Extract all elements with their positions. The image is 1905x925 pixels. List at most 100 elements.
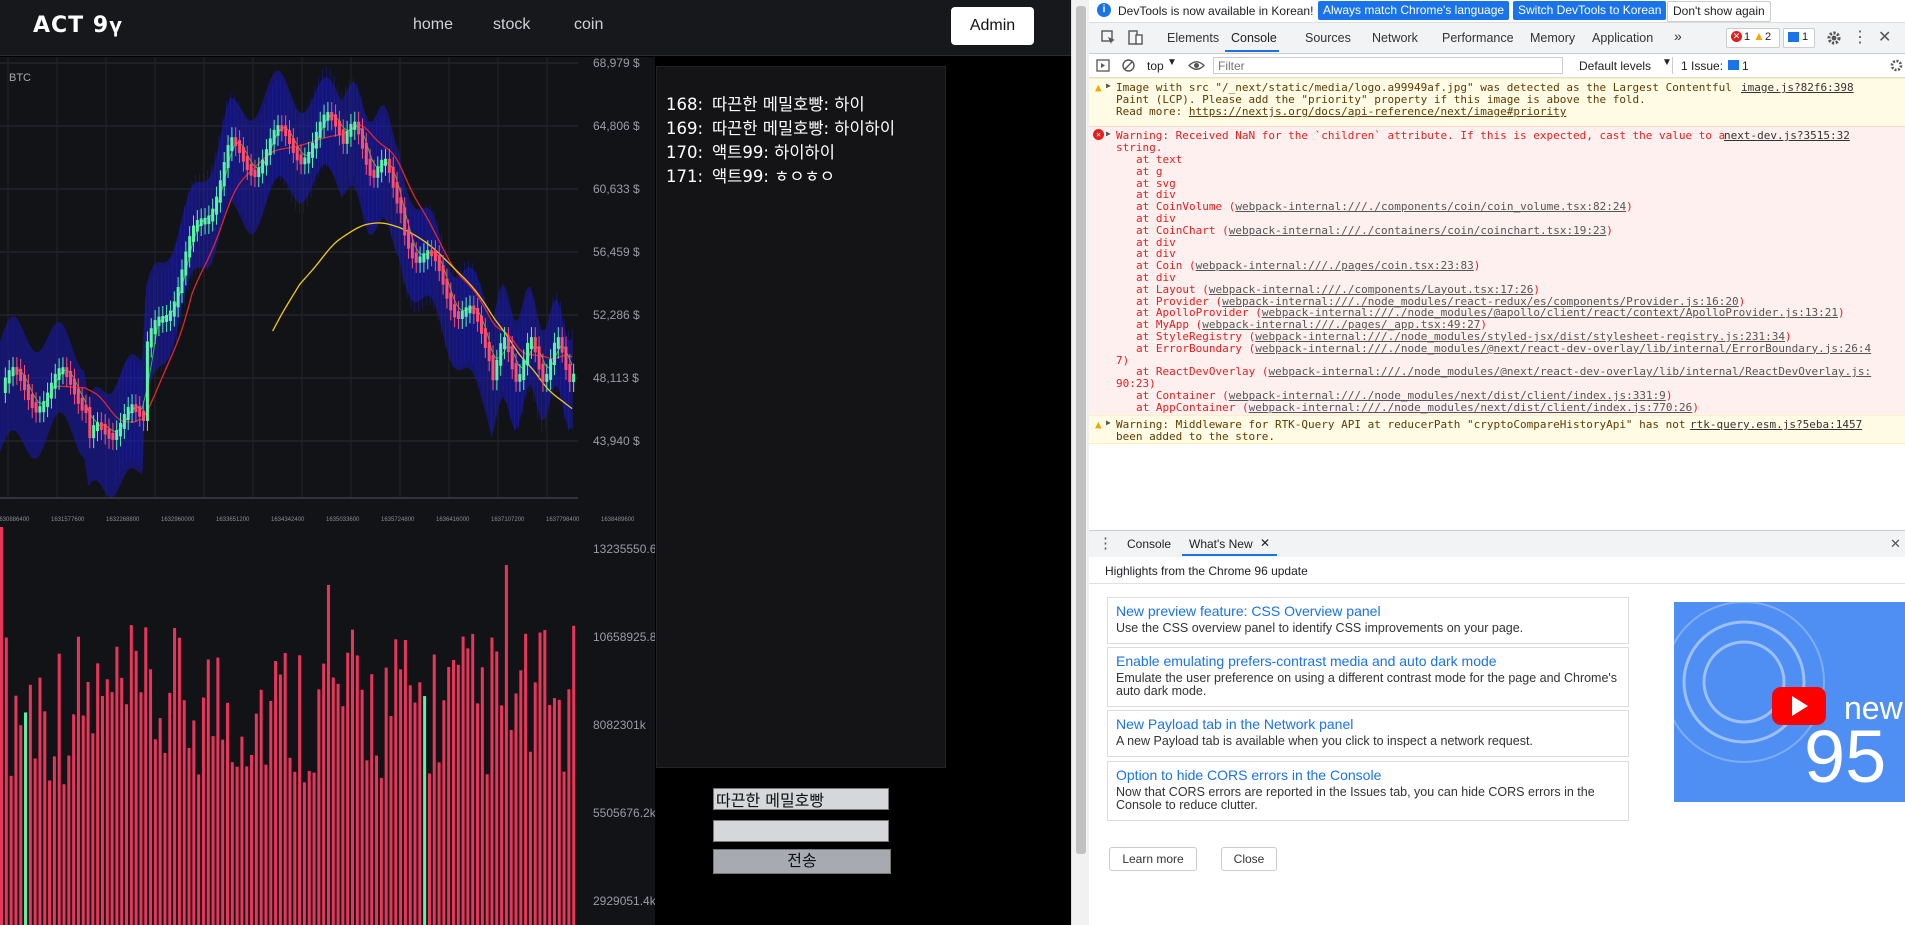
match-language-button[interactable]: Always match Chrome's language — [1318, 1, 1510, 20]
chrome-96-promo-video[interactable]: new 95 — [1674, 602, 1905, 802]
candle — [491, 355, 495, 381]
stack-frame: at ReactDevOverlay (webpack-internal:///… — [1136, 365, 1872, 379]
nickname-input[interactable] — [713, 788, 889, 810]
error-warning-counter[interactable]: ✕ 1 ▲ 2 — [1726, 28, 1780, 48]
tab-application[interactable]: Application — [1592, 31, 1653, 45]
candle — [495, 359, 499, 381]
page-scrollbar-thumb[interactable] — [1076, 6, 1086, 854]
eye-icon[interactable] — [1188, 58, 1205, 73]
close-whats-new-button[interactable]: Close — [1221, 847, 1277, 871]
chat-message: 170: 액트99: 하이하이 — [666, 143, 835, 162]
time-axis-label: 1634342400 — [271, 517, 305, 523]
feature-card[interactable]: New Payload tab in the Network panel A n… — [1107, 710, 1629, 757]
active-drawer-tab-indicator — [1182, 554, 1277, 556]
volume-bar — [240, 736, 244, 925]
feature-card-title[interactable]: Enable emulating prefers-contrast media … — [1116, 653, 1497, 669]
nav-coin-link[interactable]: coin — [574, 16, 603, 34]
switch-korean-button[interactable]: Switch DevTools to Korean — [1513, 1, 1667, 20]
site-logo[interactable]: ACT 9ү — [33, 13, 123, 38]
volume-bar — [408, 685, 412, 925]
stack-frame-link[interactable]: webpack-internal:///./components/coin/co… — [1235, 200, 1626, 213]
tab-network[interactable]: Network — [1372, 31, 1418, 45]
volume-bar — [557, 699, 561, 925]
device-toolbar-icon[interactable] — [1127, 30, 1143, 46]
error-icon: ✕ — [1093, 129, 1104, 140]
volume-bar — [100, 696, 104, 925]
tab-memory[interactable]: Memory — [1530, 31, 1575, 45]
feature-card-title[interactable]: New Payload tab in the Network panel — [1116, 716, 1353, 732]
volume-bar — [476, 703, 480, 925]
feature-card[interactable]: New preview feature: CSS Overview panel … — [1107, 597, 1629, 644]
message-input[interactable] — [713, 820, 889, 842]
drawer-tab-whats-new[interactable]: What's New — [1189, 537, 1253, 551]
dont-show-again-button[interactable]: Don't show again — [1667, 1, 1771, 22]
feature-card[interactable]: Option to hide CORS errors in the Consol… — [1107, 761, 1629, 821]
drawer-menu-icon[interactable]: ⋮ — [1098, 534, 1113, 552]
candle — [337, 120, 341, 136]
source-link[interactable]: rtk-query.esm.js?5eba:1457 — [1690, 418, 1862, 431]
tab-elements[interactable]: Elements — [1167, 31, 1219, 45]
expand-triangle-icon[interactable]: ▶ — [1106, 129, 1111, 138]
candle — [107, 428, 111, 439]
source-link[interactable]: next-dev.js?3515:32 — [1724, 129, 1850, 142]
volume-bar — [394, 639, 398, 925]
stack-frame-link[interactable]: webpack-internal:///./pages/coin.tsx:23:… — [1196, 259, 1474, 272]
tab-console[interactable]: Console — [1231, 31, 1277, 45]
source-link[interactable]: image.js?82f6:398 — [1741, 81, 1854, 94]
drawer-tab-console[interactable]: Console — [1127, 537, 1171, 551]
tab-performance[interactable]: Performance — [1442, 31, 1514, 45]
expand-triangle-icon[interactable]: ▶ — [1106, 418, 1111, 427]
issues-button[interactable]: 1 Issue: — [1681, 59, 1723, 73]
volume-bar — [317, 689, 321, 925]
log-levels-dropdown[interactable]: Default levels — [1579, 59, 1651, 73]
feature-card[interactable]: Enable emulating prefers-contrast media … — [1107, 647, 1629, 707]
inspect-element-icon[interactable] — [1101, 30, 1117, 46]
stack-frame-link[interactable]: webpack-internal:///./node_modules/@next… — [1255, 342, 1871, 355]
stack-frame-link[interactable]: webpack-internal:///./node_modules/@next… — [1268, 365, 1871, 378]
candle — [295, 146, 299, 161]
volume-bar — [19, 725, 23, 925]
volume-bar — [572, 625, 576, 925]
expand-triangle-icon[interactable]: ▶ — [1106, 81, 1111, 90]
candle — [345, 130, 349, 144]
nav-stock-link[interactable]: stock — [493, 16, 530, 34]
console-settings-icon[interactable] — [1889, 58, 1904, 73]
feature-card-title[interactable]: New preview feature: CSS Overview panel — [1116, 603, 1381, 619]
volume-axis-label: 2929051.4k — [593, 894, 655, 908]
send-button[interactable]: 전송 — [713, 849, 891, 874]
volume-bar — [230, 762, 234, 925]
sidebar-toggle-icon[interactable] — [1096, 58, 1111, 73]
settings-gear-icon[interactable] — [1826, 30, 1842, 46]
learn-more-button[interactable]: Learn more — [1109, 847, 1197, 871]
tab-sources[interactable]: Sources — [1305, 31, 1351, 45]
more-options-icon[interactable]: ⋮ — [1852, 27, 1868, 47]
docs-link[interactable]: https://nextjs.org/docs/api-reference/ne… — [1189, 105, 1567, 118]
clear-console-icon[interactable] — [1121, 58, 1136, 73]
admin-button[interactable]: Admin — [951, 7, 1034, 45]
volume-bar — [480, 667, 484, 925]
warning-text: Read more: — [1116, 105, 1189, 118]
feature-card-title[interactable]: Option to hide CORS errors in the Consol… — [1116, 767, 1381, 783]
volume-bar-chart[interactable]: 13235550.6 10658925.8 8082301k 5505676.2k 29… — [0, 527, 657, 925]
candle — [30, 394, 34, 409]
nav-home-link[interactable]: home — [413, 16, 453, 34]
close-devtools-icon[interactable]: ✕ — [1878, 27, 1891, 47]
stack-frame-link[interactable]: webpack-internal:///./containers/coin/co… — [1229, 224, 1607, 237]
price-candlestick-chart[interactable]: BTC 68,979 $ 64,806 $ 60,633 $ 56,459 $ 52,2… — [0, 56, 655, 527]
close-tab-icon[interactable]: ✕ — [1260, 536, 1270, 550]
console-warning-lcp[interactable]: ▲ ▶ Image with src "/_next/static/media/… — [1089, 78, 1905, 127]
console-warning-rtk[interactable]: ▲ ▶ Warning: Middleware for RTK-Query AP… — [1089, 415, 1905, 444]
message-counter[interactable]: 1 — [1783, 28, 1815, 48]
console-filter-input[interactable] — [1213, 57, 1563, 74]
volume-bar — [423, 696, 427, 925]
chat-message: 169: 따끈한 메밀호빵: 하이하이 — [666, 119, 896, 138]
volume-axis-label: 10658925.8 — [593, 630, 655, 644]
context-selector[interactable]: top — [1147, 59, 1164, 73]
page-scrollbar[interactable] — [1071, 0, 1090, 925]
volume-bar — [187, 747, 191, 925]
more-tabs-icon[interactable]: » — [1674, 28, 1682, 44]
candle — [403, 207, 407, 236]
console-error-nan[interactable]: ✕ ▶ Warning: Received NaN for the `child… — [1089, 126, 1905, 426]
volume-bar — [485, 774, 489, 925]
close-drawer-icon[interactable]: ✕ — [1890, 536, 1901, 552]
